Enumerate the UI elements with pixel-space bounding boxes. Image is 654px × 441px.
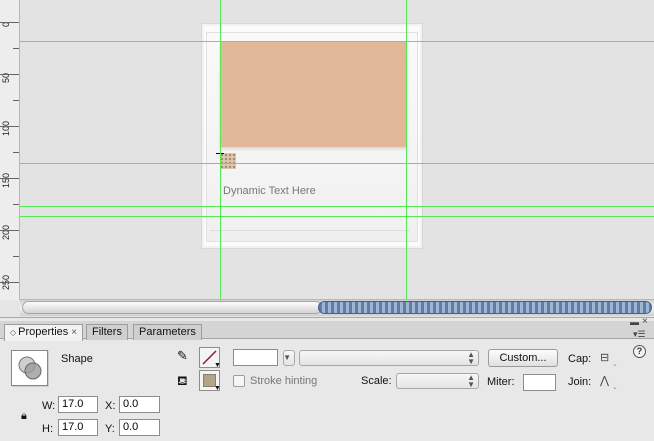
ruler-tick [0, 230, 19, 231]
tab-close-icon[interactable]: × [71, 327, 77, 338]
close-icon[interactable]: × [642, 316, 648, 327]
tab-properties[interactable]: ◇ Properties × [4, 324, 84, 341]
panel-collapse-icon[interactable]: ▬ [630, 317, 639, 327]
ruler-label: 200 [1, 224, 11, 240]
miter-label: Miter: [487, 376, 515, 388]
selected-shape[interactable] [220, 153, 236, 169]
y-input[interactable]: 0.0 [119, 419, 160, 436]
guide-line-horizontal[interactable] [20, 163, 654, 164]
cap-label: Cap: [568, 353, 592, 365]
dropdown-arrow-icon: ⌄ [612, 384, 618, 391]
tab-label: Filters [92, 326, 122, 338]
tab-diamond-icon: ◇ [10, 328, 17, 337]
ruler-tick [0, 126, 19, 127]
width-label: W: [42, 400, 56, 412]
shape-icon [11, 350, 48, 386]
ruler-tick [0, 22, 19, 23]
height-input[interactable]: 17.0 [58, 419, 98, 436]
tab-label: Properties [18, 326, 69, 338]
ruler-label: 50 [1, 73, 11, 84]
y-label: Y: [105, 423, 115, 435]
pencil-icon: ✎ [177, 348, 188, 363]
join-label: Join: [568, 376, 592, 388]
ruler-tick [0, 282, 19, 283]
paint-bucket-icon: ⛾ [177, 373, 188, 388]
ruler-label: 0 [1, 21, 11, 27]
ruler-label: 100 [1, 120, 11, 136]
dropdown-triangle-icon: ▼ [214, 385, 221, 392]
stroke-height-dropdown[interactable]: ▼ [283, 350, 295, 366]
dropdown-triangle-icon: ▼ [214, 362, 221, 369]
ruler-tick [13, 48, 19, 49]
stroke-hinting-label: Stroke hinting [250, 375, 318, 387]
tab-filters[interactable]: Filters [86, 324, 128, 340]
height-label: H: [42, 423, 53, 435]
ruler-tick [13, 204, 19, 205]
vertical-ruler[interactable]: 0 50 100 150 200 250 [0, 0, 20, 300]
flash-editor: 0 50 100 150 200 250 Dynamic Text Here [0, 0, 654, 441]
dropdown-arrow-icon: ⌄ [612, 361, 618, 368]
guide-line-horizontal[interactable] [20, 206, 654, 207]
dropdown-arrow-icon: ▲ ▼ [467, 350, 475, 366]
guide-line-horizontal[interactable] [20, 216, 654, 217]
guide-line-vertical[interactable] [220, 0, 221, 300]
stage-area[interactable]: 0 50 100 150 200 250 Dynamic Text Here [0, 0, 654, 300]
guide-line-vertical[interactable] [406, 0, 407, 300]
panel-menu-icon[interactable]: ▾☰ [633, 329, 646, 340]
dynamic-text-field[interactable]: Dynamic Text Here [223, 185, 316, 197]
x-input[interactable]: 0.0 [119, 396, 160, 413]
dropdown-arrow-icon: ▼ [283, 353, 291, 362]
width-input[interactable]: 17.0 [58, 396, 98, 413]
help-icon[interactable]: ? [633, 345, 646, 358]
scrollbar-left-segment[interactable] [22, 301, 322, 314]
ruler-tick [13, 100, 19, 101]
stroke-style-dropdown[interactable]: ▲ ▼ [299, 350, 479, 366]
object-type-label: Shape [61, 353, 93, 365]
scale-label: Scale: [361, 375, 392, 387]
ruler-tick [13, 152, 19, 153]
dropdown-arrow-icon: ▲ ▼ [467, 373, 475, 389]
lock-icon[interactable]: 🔒︎ [21, 410, 27, 423]
image-placeholder[interactable] [220, 42, 407, 147]
ruler-tick [0, 178, 19, 179]
cap-icon[interactable]: ⊟ [600, 351, 609, 364]
tab-parameters[interactable]: Parameters [133, 324, 202, 340]
stroke-height-input[interactable] [233, 349, 278, 366]
ruler-label: 150 [1, 172, 11, 188]
miter-input[interactable] [523, 374, 556, 391]
card-divider [210, 230, 410, 231]
join-icon[interactable]: ⋀ [600, 374, 609, 387]
ruler-tick [0, 74, 19, 75]
custom-button[interactable]: Custom... [488, 349, 558, 367]
guide-line-horizontal[interactable] [20, 41, 654, 42]
stroke-hinting-checkbox[interactable] [233, 375, 245, 387]
tab-label: Parameters [139, 326, 196, 338]
horizontal-scrollbar-thumb[interactable] [318, 301, 652, 314]
x-label: X: [105, 400, 116, 412]
scale-dropdown[interactable]: ▲ ▼ [396, 373, 479, 389]
ruler-tick [13, 256, 19, 257]
